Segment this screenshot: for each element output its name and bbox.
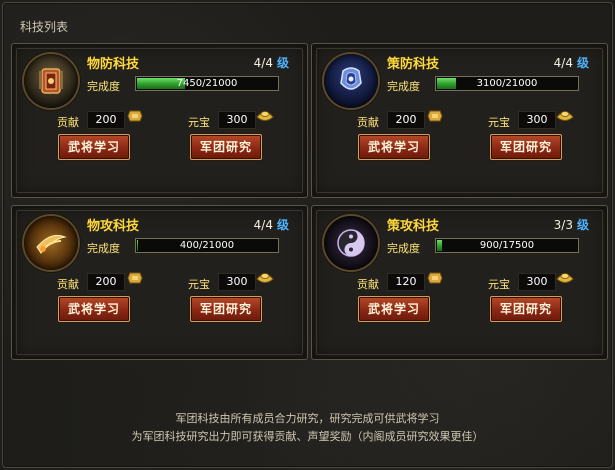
ingot-cost: 300 [518, 111, 556, 129]
contribution-cost: 120 [387, 273, 425, 291]
general-learn-button[interactable]: 武将学习 [58, 134, 130, 160]
page-title: 科技列表 [20, 20, 69, 34]
tech-name: 策攻科技 [387, 219, 440, 234]
footer-line-2: 为军团科技研究出力即可获得贡献、声望奖励（内阁成员研究效果更佳） [131, 430, 484, 443]
footer-line-1: 军团科技由所有成员合力研究，研究完成可供武将学习 [175, 412, 440, 425]
general-learn-button[interactable]: 武将学习 [58, 296, 130, 322]
contribution-label: 贡献 [357, 116, 379, 129]
level-unit: 级 [576, 56, 589, 70]
legion-research-button[interactable]: 军团研究 [190, 134, 262, 160]
progress-label: 完成度 [387, 80, 420, 93]
level-unit: 级 [276, 56, 289, 70]
progress-bar: 7450/21000 [135, 76, 279, 91]
general-learn-button[interactable]: 武将学习 [358, 296, 430, 322]
taiji-icon [324, 216, 378, 270]
shield-armor-icon [24, 54, 78, 108]
progress-text: 400/21000 [179, 240, 235, 251]
progress-bar: 3100/21000 [435, 76, 579, 91]
tech-card-strategy-attack: 策攻科技 3/3 级 完成度 900/17500 贡献 120 元宝 300 武将… [311, 205, 608, 360]
ingot-label: 元宝 [188, 278, 210, 291]
progress-label: 完成度 [387, 242, 420, 255]
legion-research-button[interactable]: 军团研究 [490, 134, 562, 160]
progress-bar: 900/17500 [435, 238, 579, 253]
contribution-icon [127, 272, 143, 284]
tech-level: 4/4 级 [254, 54, 289, 71]
legion-research-button[interactable]: 军团研究 [490, 296, 562, 322]
tech-card-strategy-defense: 策防科技 4/4 级 完成度 3100/21000 贡献 200 元宝 300 武… [311, 43, 608, 198]
contribution-cost: 200 [387, 111, 425, 129]
tech-level: 4/4 级 [554, 54, 589, 71]
tech-card-physical-defense: 物防科技 4/4 级 完成度 7450/21000 贡献 200 元宝 300 武… [11, 43, 308, 198]
blue-armor-icon [324, 54, 378, 108]
contribution-icon [127, 110, 143, 122]
level-value: 4/4 [253, 56, 273, 70]
level-value: 4/4 [553, 56, 573, 70]
contribution-icon [427, 110, 443, 122]
ingot-label: 元宝 [488, 116, 510, 129]
ingot-cost: 300 [218, 111, 256, 129]
contribution-icon [427, 272, 443, 284]
progress-label: 完成度 [87, 242, 120, 255]
contribution-label: 贡献 [57, 278, 79, 291]
contribution-label: 贡献 [357, 278, 379, 291]
ingot-cost: 300 [518, 273, 556, 291]
general-learn-button[interactable]: 武将学习 [358, 134, 430, 160]
gold-ingot-icon [556, 111, 574, 121]
footer-notes: 军团科技由所有成员合力研究，研究完成可供武将学习 为军团科技研究出力即可获得贡献… [0, 410, 615, 446]
ingot-cost: 300 [218, 273, 256, 291]
progress-text: 3100/21000 [476, 78, 538, 89]
tech-level: 3/3 级 [554, 216, 589, 233]
progress-text: 900/17500 [479, 240, 535, 251]
sword-slash-icon [24, 216, 78, 270]
progress-label: 完成度 [87, 80, 120, 93]
level-value: 3/3 [553, 218, 573, 232]
level-value: 4/4 [253, 218, 273, 232]
ingot-label: 元宝 [488, 278, 510, 291]
tech-card-physical-attack: 物攻科技 4/4 级 完成度 400/21000 贡献 200 元宝 300 武将… [11, 205, 308, 360]
progress-bar: 400/21000 [135, 238, 279, 253]
contribution-cost: 200 [87, 111, 125, 129]
tech-name: 物攻科技 [87, 219, 140, 234]
tech-name: 物防科技 [87, 57, 140, 72]
level-unit: 级 [276, 218, 289, 232]
level-unit: 级 [576, 218, 589, 232]
legion-research-button[interactable]: 军团研究 [190, 296, 262, 322]
contribution-cost: 200 [87, 273, 125, 291]
contribution-label: 贡献 [57, 116, 79, 129]
tech-level: 4/4 级 [254, 216, 289, 233]
gold-ingot-icon [556, 273, 574, 283]
gold-ingot-icon [256, 111, 274, 121]
progress-text: 7450/21000 [176, 78, 238, 89]
ingot-label: 元宝 [188, 116, 210, 129]
gold-ingot-icon [256, 273, 274, 283]
tech-name: 策防科技 [387, 57, 440, 72]
